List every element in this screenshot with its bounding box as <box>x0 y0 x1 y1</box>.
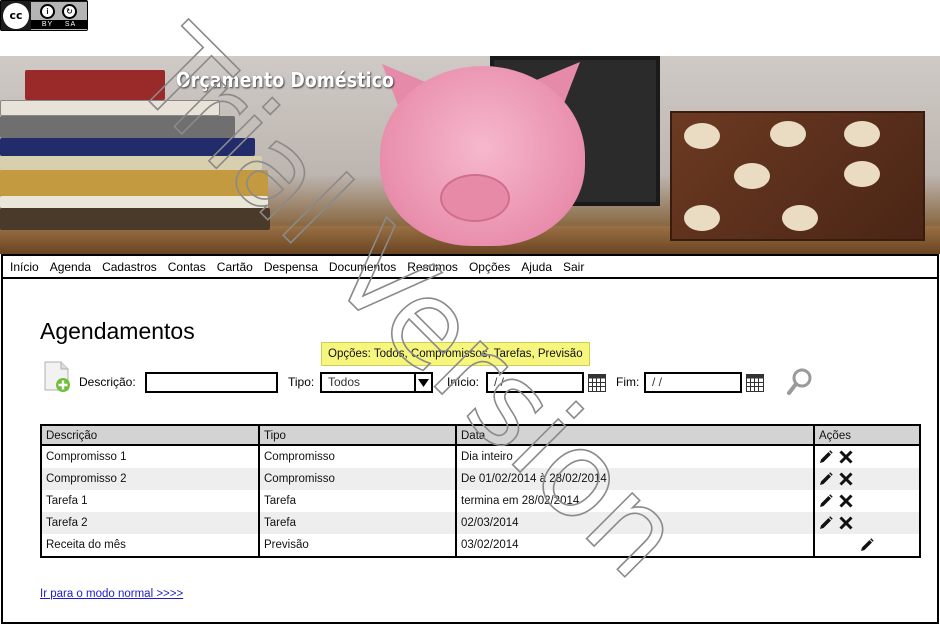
normal-mode-link[interactable]: Ir para o modo normal >>>> <box>40 588 183 600</box>
tipo-options-tooltip: Opções: Todos, Compromissos, Tarefas, Pr… <box>321 342 590 366</box>
agendamentos-table: Descrição Tipo Data Ações Compromisso 1 … <box>40 424 921 558</box>
calendar-icon[interactable] <box>746 374 764 392</box>
inicio-date-input[interactable]: / / <box>486 372 584 393</box>
table-row[interactable]: Compromisso 2 Compromisso De 01/02/2014 … <box>42 468 919 490</box>
column-divider <box>455 426 457 556</box>
cell-data: De 01/02/2014 à 28/02/2014 <box>461 473 607 485</box>
cell-descricao: Compromisso 2 <box>46 473 127 485</box>
cell-descricao: Tarefa 2 <box>46 517 88 529</box>
page-title: Agendamentos <box>40 318 195 344</box>
nav-item-sair[interactable]: Sair <box>563 260 584 274</box>
cell-tipo: Previsão <box>264 539 309 551</box>
chevron-down-icon[interactable] <box>414 374 431 391</box>
pencil-icon[interactable] <box>860 538 874 552</box>
table-row[interactable]: Tarefa 2 Tarefa 02/03/2014 <box>42 512 919 534</box>
nav-item-inicio[interactable]: Início <box>10 260 39 274</box>
share-alike-icon: ↻ <box>62 4 77 19</box>
tipo-label: Tipo: <box>288 375 315 389</box>
cc-license-badge: cc i ↻ BY SA <box>0 0 88 31</box>
cell-data: Dia inteiro <box>461 451 513 463</box>
header-banner: Orçamento Doméstico <box>0 56 940 254</box>
cell-tipo: Compromisso <box>264 451 335 463</box>
nav-item-agenda[interactable]: Agenda <box>50 260 91 274</box>
nav-item-documentos[interactable]: Documentos <box>329 260 396 274</box>
attribution-icon: i <box>40 4 55 19</box>
pencil-icon[interactable] <box>819 450 833 464</box>
cell-data: 02/03/2014 <box>461 517 519 529</box>
tipo-select[interactable]: Todos <box>320 372 433 393</box>
cell-data: 03/02/2014 <box>461 539 519 551</box>
close-icon[interactable] <box>839 450 853 464</box>
calendar-icon[interactable] <box>588 374 606 392</box>
fim-label: Fim: <box>616 375 640 389</box>
app-title: Orçamento Doméstico <box>176 68 395 92</box>
table-row[interactable]: Tarefa 1 Tarefa termina em 28/02/2014 <box>42 490 919 512</box>
cc-logo-icon: cc <box>3 3 29 29</box>
search-icon[interactable] <box>786 366 816 398</box>
header-descricao[interactable]: Descrição <box>42 426 97 446</box>
nav-item-despensa[interactable]: Despensa <box>264 260 318 274</box>
cell-tipo: Tarefa <box>264 517 296 529</box>
cell-tipo: Compromisso <box>264 473 335 485</box>
close-icon[interactable] <box>839 472 853 486</box>
wooden-die-image <box>670 111 925 241</box>
cell-descricao: Receita do mês <box>46 539 126 551</box>
sa-label: SA <box>64 21 77 28</box>
nav-item-resumos[interactable]: Resumos <box>407 260 458 274</box>
by-label: BY <box>41 21 54 28</box>
close-icon[interactable] <box>839 516 853 530</box>
header-acoes: Ações <box>819 430 851 442</box>
pencil-icon[interactable] <box>819 516 833 530</box>
pig-snout <box>440 174 510 222</box>
header-data[interactable]: Data <box>457 426 485 446</box>
descricao-label: Descrição: <box>79 375 136 389</box>
column-divider <box>813 426 815 556</box>
cell-tipo: Tarefa <box>264 495 296 507</box>
pencil-icon[interactable] <box>819 472 833 486</box>
fim-date-input[interactable]: / / <box>644 372 742 393</box>
inicio-label: Início: <box>447 375 480 389</box>
pencil-icon[interactable] <box>819 494 833 508</box>
cell-descricao: Tarefa 1 <box>46 495 88 507</box>
table-header: Descrição Tipo Data Ações <box>42 426 919 446</box>
nav-item-ajuda[interactable]: Ajuda <box>521 260 552 274</box>
nav-item-cadastros[interactable]: Cadastros <box>102 260 157 274</box>
header-tipo[interactable]: Tipo <box>260 426 286 446</box>
nav-item-cartao[interactable]: Cartão <box>217 260 253 274</box>
new-document-icon[interactable] <box>43 361 71 392</box>
nav-item-opcoes[interactable]: Opções <box>469 260 510 274</box>
main-nav: Início Agenda Cadastros Contas Cartão De… <box>1 254 939 279</box>
table-row[interactable]: Receita do mês Previsão 03/02/2014 <box>42 534 919 556</box>
close-icon[interactable] <box>839 494 853 508</box>
column-divider <box>258 426 260 556</box>
cell-descricao: Compromisso 1 <box>46 451 127 463</box>
tipo-select-value: Todos <box>328 375 361 389</box>
book-stack <box>25 70 165 100</box>
nav-item-contas[interactable]: Contas <box>168 260 206 274</box>
descricao-input[interactable] <box>145 372 278 393</box>
cell-data: termina em 28/02/2014 <box>461 495 580 507</box>
table-row[interactable]: Compromisso 1 Compromisso Dia inteiro <box>42 446 919 468</box>
